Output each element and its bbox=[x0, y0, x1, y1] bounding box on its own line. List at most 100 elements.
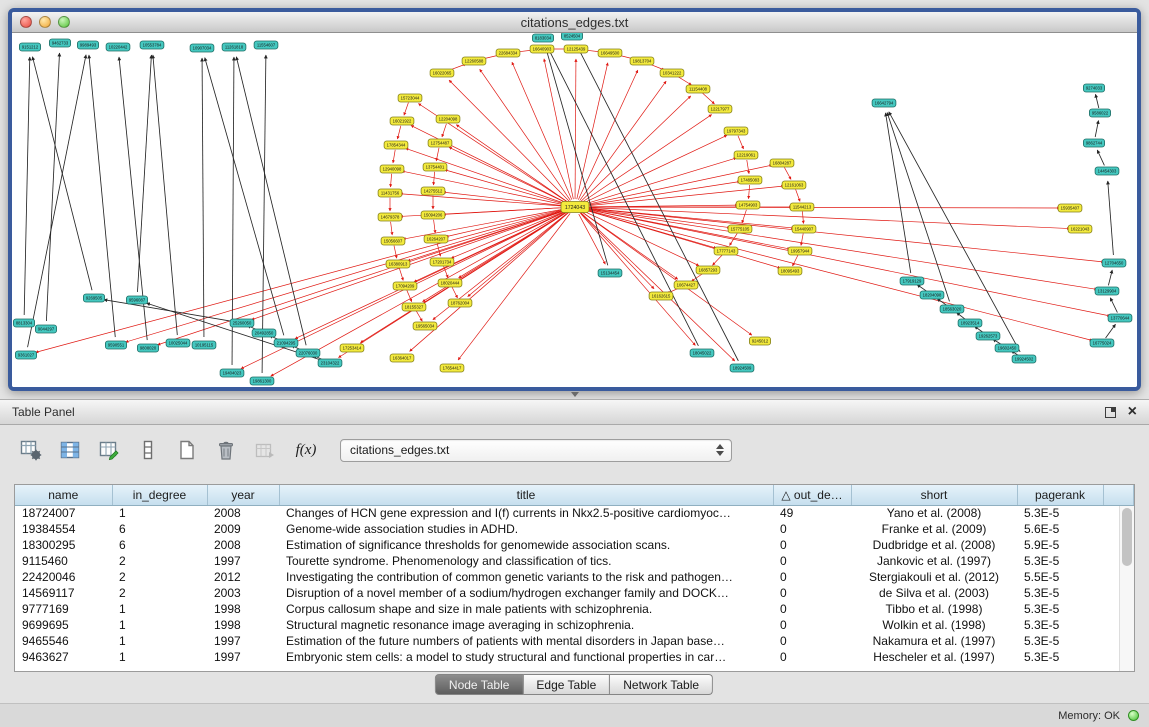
import-table-icon[interactable] bbox=[250, 436, 280, 464]
graph-node[interactable]: 25260050 bbox=[230, 319, 254, 327]
graph-node[interactable]: 11431756 bbox=[378, 189, 402, 197]
cell-year[interactable]: 2003 bbox=[207, 585, 279, 601]
graph-node[interactable]: 18020444 bbox=[438, 279, 462, 287]
graph-node[interactable]: 19957944 bbox=[788, 247, 812, 255]
cell-short[interactable]: Wolkin et al. (1998) bbox=[851, 617, 1017, 633]
cell-title[interactable]: Investigating the contribution of common… bbox=[279, 569, 773, 585]
graph-node[interactable]: 16649500 bbox=[598, 49, 622, 57]
cell-in_degree[interactable]: 2 bbox=[112, 585, 207, 601]
delete-table-icon[interactable] bbox=[211, 436, 241, 464]
cell-name[interactable]: 9777169 bbox=[15, 601, 112, 617]
cell-year[interactable]: 1997 bbox=[207, 553, 279, 569]
column-header-pagerank[interactable]: pagerank bbox=[1017, 485, 1103, 505]
cell-out_degree[interactable]: 0 bbox=[773, 569, 851, 585]
cell-short[interactable]: Stergiakouli et al. (2012) bbox=[851, 569, 1017, 585]
tab-node-table[interactable]: Node Table bbox=[435, 674, 524, 695]
graph-node[interactable]: 10674427 bbox=[674, 281, 698, 289]
graph-node[interactable]: 12704650 bbox=[1102, 259, 1126, 267]
graph-node[interactable]: 16021922 bbox=[390, 117, 414, 125]
cell-out_degree[interactable]: 0 bbox=[773, 633, 851, 649]
graph-node[interactable]: 15094206 bbox=[421, 211, 445, 219]
graph-node[interactable]: 11554607 bbox=[254, 41, 278, 49]
cell-year[interactable]: 1997 bbox=[207, 633, 279, 649]
graph-node[interactable]: 16640903 bbox=[530, 45, 554, 53]
graph-node[interactable]: 17201734 bbox=[430, 258, 454, 266]
graph-node[interactable]: 18045022 bbox=[690, 349, 714, 357]
cell-short[interactable]: Hescheler et al. (1997) bbox=[851, 649, 1017, 665]
graph-node[interactable]: 12260588 bbox=[462, 57, 486, 65]
cell-pagerank[interactable]: 5.3E-5 bbox=[1017, 553, 1103, 569]
function-builder-icon[interactable]: f(x) bbox=[289, 436, 323, 464]
graph-hub-node[interactable]: 1724043 bbox=[561, 202, 589, 213]
cell-pagerank[interactable]: 5.3E-5 bbox=[1017, 649, 1103, 665]
graph-node[interactable]: 14679378 bbox=[378, 213, 402, 221]
graph-node[interactable]: 23104322 bbox=[318, 359, 342, 367]
graph-node[interactable]: 9462733 bbox=[49, 39, 70, 47]
cell-name[interactable]: 14569117 bbox=[15, 585, 112, 601]
cell-in_degree[interactable]: 1 bbox=[112, 617, 207, 633]
new-table-icon[interactable] bbox=[172, 436, 202, 464]
cell-in_degree[interactable]: 6 bbox=[112, 537, 207, 553]
cell-short[interactable]: Yano et al. (2008) bbox=[851, 505, 1017, 521]
select-columns-icon[interactable] bbox=[55, 436, 85, 464]
graph-node[interactable]: 17485083 bbox=[738, 176, 762, 184]
cell-name[interactable]: 9465546 bbox=[15, 633, 112, 649]
cell-title[interactable]: Estimation of significance thresholds fo… bbox=[279, 537, 773, 553]
column-header-year[interactable]: year bbox=[207, 485, 279, 505]
cell-in_degree[interactable]: 1 bbox=[112, 601, 207, 617]
graph-node[interactable]: 15723044 bbox=[398, 94, 422, 102]
graph-node[interactable]: 9151212 bbox=[19, 43, 40, 51]
graph-node[interactable]: 19565034 bbox=[413, 322, 437, 330]
cell-short[interactable]: de Silva et al. (2003) bbox=[851, 585, 1017, 601]
graph-node[interactable]: 21094295 bbox=[274, 339, 298, 347]
graph-node[interactable]: 17919129 bbox=[900, 277, 924, 285]
tab-edge-table[interactable]: Edge Table bbox=[523, 674, 610, 695]
cell-year[interactable]: 1998 bbox=[207, 601, 279, 617]
cell-out_degree[interactable]: 0 bbox=[773, 585, 851, 601]
graph-node[interactable]: 9596087 bbox=[126, 296, 147, 304]
graph-node[interactable]: 15056607 bbox=[381, 237, 405, 245]
cell-year[interactable]: 2008 bbox=[207, 505, 279, 521]
graph-node[interactable]: 13754401 bbox=[423, 163, 447, 171]
table-row[interactable]: 977716911998Corpus callosum shape and si… bbox=[15, 601, 1134, 617]
row-height-icon[interactable] bbox=[133, 436, 163, 464]
cell-short[interactable]: Tibbo et al. (1998) bbox=[851, 601, 1017, 617]
cell-title[interactable]: Estimation of the future numbers of pati… bbox=[279, 633, 773, 649]
cell-out_degree[interactable]: 0 bbox=[773, 601, 851, 617]
cell-name[interactable]: 9463627 bbox=[15, 649, 112, 665]
graph-node[interactable]: 11544213 bbox=[790, 203, 814, 211]
cell-name[interactable]: 18724007 bbox=[15, 505, 112, 521]
graph-node[interactable]: 9245012 bbox=[749, 337, 770, 345]
graph-node[interactable]: 12161063 bbox=[782, 181, 806, 189]
graph-node[interactable]: 11154408 bbox=[686, 85, 710, 93]
cell-pagerank[interactable]: 5.3E-5 bbox=[1017, 601, 1103, 617]
cell-year[interactable]: 1998 bbox=[207, 617, 279, 633]
table-row[interactable]: 911546021997Tourette syndrome. Phenomeno… bbox=[15, 553, 1134, 569]
table-row[interactable]: 1938455462009Genome-wide association stu… bbox=[15, 521, 1134, 537]
graph-node[interactable]: 15775105 bbox=[728, 225, 752, 233]
cell-out_degree[interactable]: 0 bbox=[773, 537, 851, 553]
cell-title[interactable]: Disruption of a novel member of a sodium… bbox=[279, 585, 773, 601]
graph-node[interactable]: 10195115 bbox=[192, 341, 216, 349]
graph-node[interactable]: 16162615 bbox=[649, 292, 673, 300]
cell-pagerank[interactable]: 5.5E-5 bbox=[1017, 569, 1103, 585]
graph-node[interactable]: 18762004 bbox=[448, 299, 472, 307]
cell-out_degree[interactable]: 0 bbox=[773, 617, 851, 633]
cell-short[interactable]: Jankovic et al. (1997) bbox=[851, 553, 1017, 569]
column-header-short[interactable]: short bbox=[851, 485, 1017, 505]
graph-node[interactable]: 18095493 bbox=[778, 267, 802, 275]
graph-node[interactable]: 19924502 bbox=[1012, 355, 1036, 363]
graph-node[interactable]: 12219061 bbox=[734, 151, 758, 159]
cell-out_degree[interactable]: 0 bbox=[773, 521, 851, 537]
graph-node[interactable]: 18923514 bbox=[958, 319, 982, 327]
graph-node[interactable]: 20492850 bbox=[252, 329, 276, 337]
graph-node[interactable]: 9269505 bbox=[83, 294, 104, 302]
graph-node[interactable]: 19861300 bbox=[250, 377, 274, 385]
table-row[interactable]: 1456911722003Disruption of a novel membe… bbox=[15, 585, 1134, 601]
cell-pagerank[interactable]: 5.3E-5 bbox=[1017, 585, 1103, 601]
cell-in_degree[interactable]: 1 bbox=[112, 505, 207, 521]
column-header-name[interactable]: name bbox=[15, 485, 112, 505]
column-header-out_degree[interactable]: △ out_de… bbox=[773, 485, 851, 505]
cell-out_degree[interactable]: 0 bbox=[773, 649, 851, 665]
table-row[interactable]: 946362711997Embryonic stem cells: a mode… bbox=[15, 649, 1134, 665]
